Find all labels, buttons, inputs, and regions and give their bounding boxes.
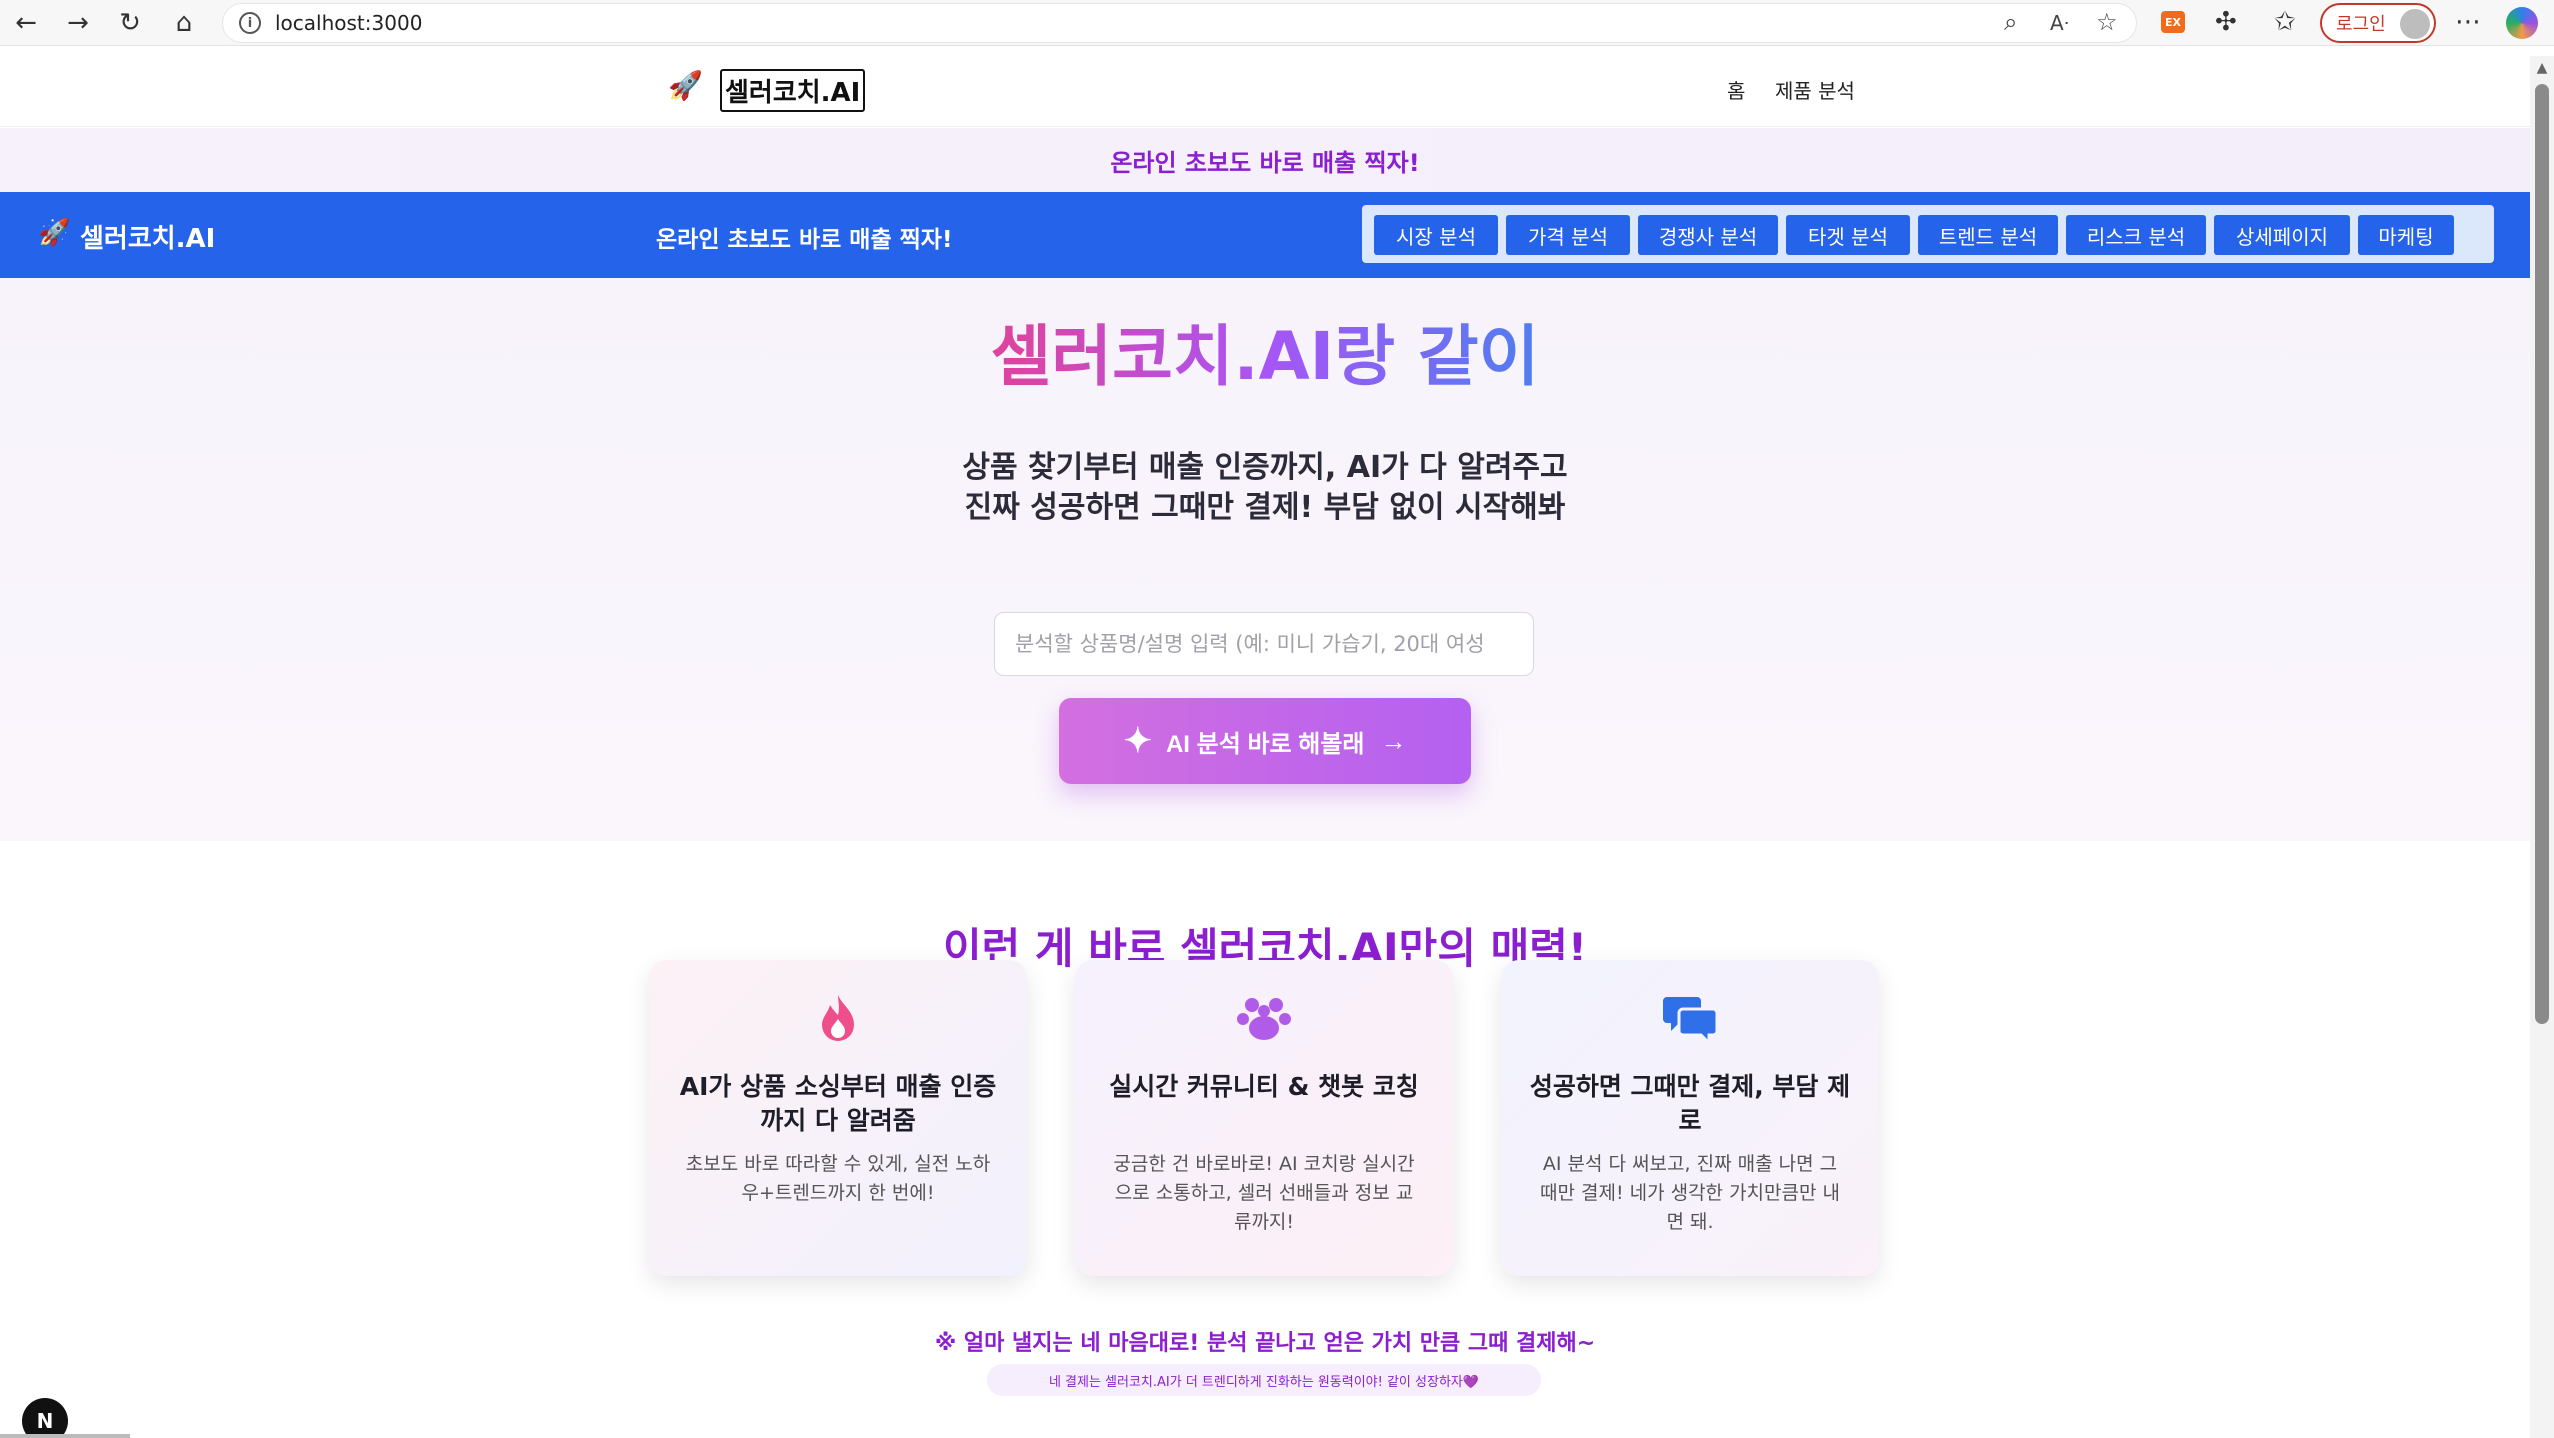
brand-logo-link[interactable]: 셀러코치.AI [720, 69, 866, 112]
paw-icon [1075, 990, 1453, 1046]
rocket-icon: 🚀 [38, 218, 71, 248]
feature-card: 실시간 커뮤니티 & 챗봇 코칭 궁금한 건 바로바로! AI 코치랑 실시간으… [1075, 960, 1453, 1276]
top-navigation: 🚀 셀러코치.AI 홈 제품 분석 [0, 47, 2530, 127]
divider [0, 1434, 130, 1438]
home-icon[interactable]: ⌂ [162, 1, 206, 45]
feature-card: AI가 상품 소싱부터 매출 인증까지 다 알려줌 초보도 바로 따라할 수 있… [649, 960, 1027, 1276]
favorite-star-icon[interactable]: ☆ [2096, 8, 2118, 36]
feature-card: 성공하면 그때만 결제, 부담 제로 AI 분석 다 써보고, 진짜 매출 나면… [1501, 960, 1879, 1276]
hero-title: 셀러코치.AI랑 같이 [990, 318, 1540, 395]
ai-analyze-button[interactable]: ✦ AI 분석 바로 해볼래 → [1059, 698, 1471, 784]
tab-trend-analysis[interactable]: 트렌드 분석 [1918, 215, 2058, 255]
extensions-puzzle-icon[interactable]: ✣ [2215, 7, 2237, 37]
feature-card-title: AI가 상품 소싱부터 매출 인증까지 다 알려줌 [679, 1072, 997, 1135]
header-brand[interactable]: 셀러코치.AI [80, 218, 215, 255]
favorites-list-icon[interactable]: ✩ [2274, 7, 2296, 37]
promo-banner: 온라인 초보도 바로 매출 찍자! [0, 128, 2530, 192]
scrollbar-thumb[interactable] [2535, 84, 2549, 1024]
copilot-icon[interactable] [2506, 7, 2538, 39]
arrow-right-icon: → [1380, 725, 1407, 756]
analysis-tabs: 시장 분석 가격 분석 경쟁사 분석 타겟 분석 트렌드 분석 리스크 분석 상… [1362, 205, 2494, 263]
analysis-header-bar: 🚀 셀러코치.AI 온라인 초보도 바로 매출 찍자! 시장 분석 가격 분석 … [0, 192, 2530, 278]
tab-market-analysis[interactable]: 시장 분석 [1374, 215, 1498, 255]
scroll-up-arrow-icon[interactable]: ▲ [2530, 56, 2554, 80]
payment-note: ※ 얼마 낼지는 네 마음대로! 분석 끝나고 얻은 가치 만큼 그때 결제해~ [934, 1331, 1596, 1356]
avatar [2400, 9, 2430, 39]
tab-risk-analysis[interactable]: 리스크 분석 [2066, 215, 2206, 255]
tab-detail-page[interactable]: 상세페이지 [2214, 215, 2350, 255]
reload-icon[interactable]: ↻ [108, 1, 152, 45]
tab-target-analysis[interactable]: 타겟 분석 [1786, 215, 1910, 255]
dev-tools-badge[interactable]: N [22, 1398, 68, 1438]
feature-card-description: 궁금한 건 바로바로! AI 코치랑 실시간으로 소통하고, 셀러 선배들과 정… [1113, 1153, 1415, 1233]
header-tagline: 온라인 초보도 바로 매출 찍자! [656, 227, 953, 253]
tab-competitor-analysis[interactable]: 경쟁사 분석 [1638, 215, 1778, 255]
product-search-input[interactable] [994, 612, 1534, 676]
address-bar[interactable]: i localhost:3000 [222, 3, 2137, 43]
hero-section: 셀러코치.AI랑 같이 상품 찾기부터 매출 인증까지, AI가 다 알려주고 … [0, 278, 2530, 841]
tab-price-analysis[interactable]: 가격 분석 [1506, 215, 1630, 255]
read-aloud-icon[interactable]: Aᐧ [2050, 11, 2069, 35]
chat-bubbles-icon [1501, 990, 1879, 1046]
login-label: 로그인 [2336, 14, 2386, 35]
feature-card-description: AI 분석 다 써보고, 진짜 매출 나면 그때만 결제! 네가 생각한 가치만… [1539, 1153, 1840, 1233]
ai-analyze-button-label: AI 분석 바로 해볼래 [1165, 730, 1365, 758]
payment-note-badge: 네 결제는 셀러코치.AI가 더 트렌디하게 진화하는 원동력이야! 같이 성장… [987, 1364, 1541, 1396]
url-text: localhost:3000 [275, 11, 423, 35]
hero-subtitle: 상품 찾기부터 매출 인증까지, AI가 다 알려주고 진짜 성공하면 그때만 … [962, 450, 1568, 525]
more-menu-icon[interactable]: ⋯ [2455, 7, 2481, 37]
feature-card-title: 실시간 커뮤니티 & 챗봇 코칭 [1109, 1072, 1419, 1101]
zoom-icon[interactable]: ⌕ [2004, 8, 2017, 36]
nav-link-home[interactable]: 홈 [1727, 75, 1745, 104]
feature-card-description: 초보도 바로 따라할 수 있게, 실전 노하우+트렌드까지 한 번에! [685, 1153, 991, 1204]
extension-icon[interactable]: EX [2161, 11, 2185, 33]
fire-icon [649, 990, 1027, 1046]
page-content: 🚀 셀러코치.AI 홈 제품 분석 온라인 초보도 바로 매출 찍자! 🚀 셀러… [0, 47, 2530, 1438]
sparkles-icon: ✦ [1123, 722, 1152, 760]
site-info-icon[interactable]: i [239, 12, 261, 34]
feature-card-title: 성공하면 그때만 결제, 부담 제로 [1529, 1072, 1851, 1135]
tab-marketing[interactable]: 마케팅 [2358, 215, 2454, 255]
nav-link-product-analysis[interactable]: 제품 분석 [1775, 75, 1855, 104]
profile-login-button[interactable]: 로그인 [2320, 3, 2436, 43]
browser-toolbar: ← → ↻ ⌂ i localhost:3000 ⌕ Aᐧ ☆ EX ✣ ✩ 로… [0, 0, 2554, 46]
forward-arrow-icon[interactable]: → [56, 1, 100, 45]
rocket-icon: 🚀 [668, 69, 703, 102]
back-arrow-icon[interactable]: ← [4, 1, 48, 45]
